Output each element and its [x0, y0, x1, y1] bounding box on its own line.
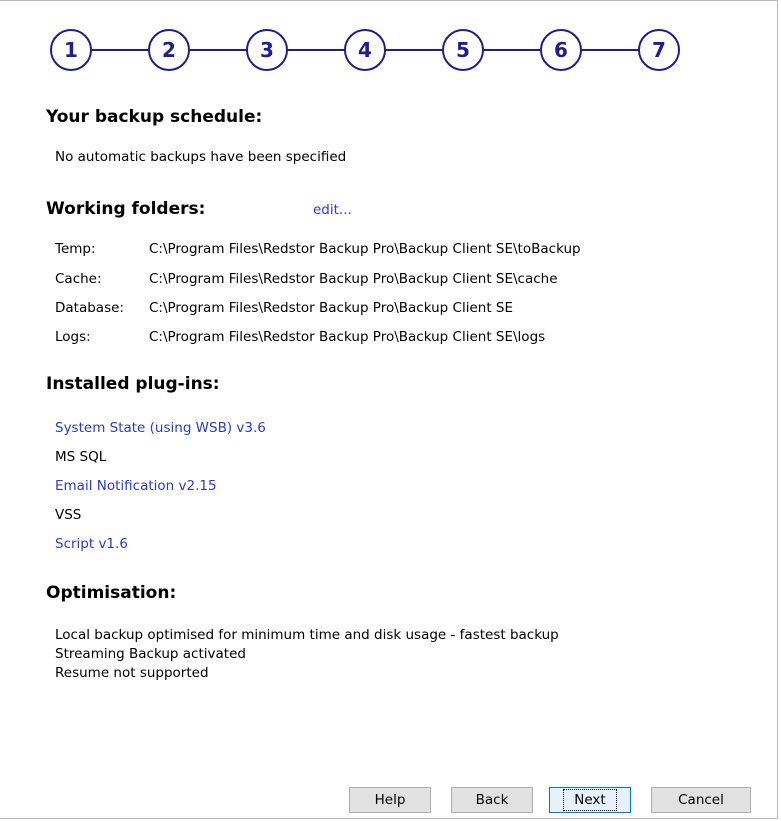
folder-row-temp: Temp: C:\Program Files\Redstor Backup Pro… [55, 241, 581, 257]
folders-heading: Working folders: [46, 199, 206, 219]
cancel-button[interactable]: Cancel [651, 787, 751, 813]
step-1[interactable]: 1 [50, 29, 92, 71]
optimisation-line: Local backup optimised for minimum time … [55, 627, 559, 643]
plugin-ms-sql: MS SQL [55, 449, 107, 465]
plugin-script-link[interactable]: Script v1.6 [55, 536, 128, 552]
optimisation-heading: Optimisation: [46, 583, 177, 603]
plugin-vss: VSS [55, 507, 82, 523]
step-7[interactable]: 7 [638, 29, 680, 71]
step-indicator: 1 2 3 4 5 6 7 [50, 29, 700, 73]
step-4[interactable]: 4 [344, 29, 386, 71]
folder-label: Cache: [55, 271, 102, 287]
folder-row-cache: Cache: C:\Program Files\Redstor Backup Pr… [55, 271, 558, 287]
next-button-label: Next [563, 789, 617, 811]
plugins-heading: Installed plug-ins: [46, 374, 220, 394]
folder-row-database: Database: C:\Program Files\Redstor Backup… [55, 300, 513, 316]
next-button[interactable]: Next [549, 787, 631, 813]
folder-label: Logs: [55, 329, 91, 345]
schedule-text: No automatic backups have been specified [55, 149, 347, 165]
back-button[interactable]: Back [451, 787, 533, 813]
step-6[interactable]: 6 [540, 29, 582, 71]
folder-path: C:\Program Files\Redstor Backup Pro\Back… [149, 271, 558, 287]
folder-row-logs: Logs: C:\Program Files\Redstor Backup Pro… [55, 329, 545, 345]
folder-path: C:\Program Files\Redstor Backup Pro\Back… [149, 241, 581, 257]
optimisation-line: Streaming Backup activated [55, 646, 246, 662]
folder-label: Database: [55, 300, 124, 316]
schedule-heading: Your backup schedule: [46, 107, 263, 127]
plugin-email-notification-link[interactable]: Email Notification v2.15 [55, 478, 217, 494]
step-3[interactable]: 3 [246, 29, 288, 71]
edit-folders-link[interactable]: edit... [313, 202, 352, 218]
folder-path: C:\Program Files\Redstor Backup Pro\Back… [149, 300, 514, 316]
folder-path: C:\Program Files\Redstor Backup Pro\Back… [149, 329, 546, 345]
optimisation-line: Resume not supported [55, 665, 209, 681]
folder-label: Temp: [55, 241, 96, 257]
step-5[interactable]: 5 [442, 29, 484, 71]
step-2[interactable]: 2 [148, 29, 190, 71]
wizard-panel: 1 2 3 4 5 6 7 Your backup schedule: No a… [0, 0, 778, 819]
help-button[interactable]: Help [349, 787, 431, 813]
plugin-system-state-link[interactable]: System State (using WSB) v3.6 [55, 420, 266, 436]
